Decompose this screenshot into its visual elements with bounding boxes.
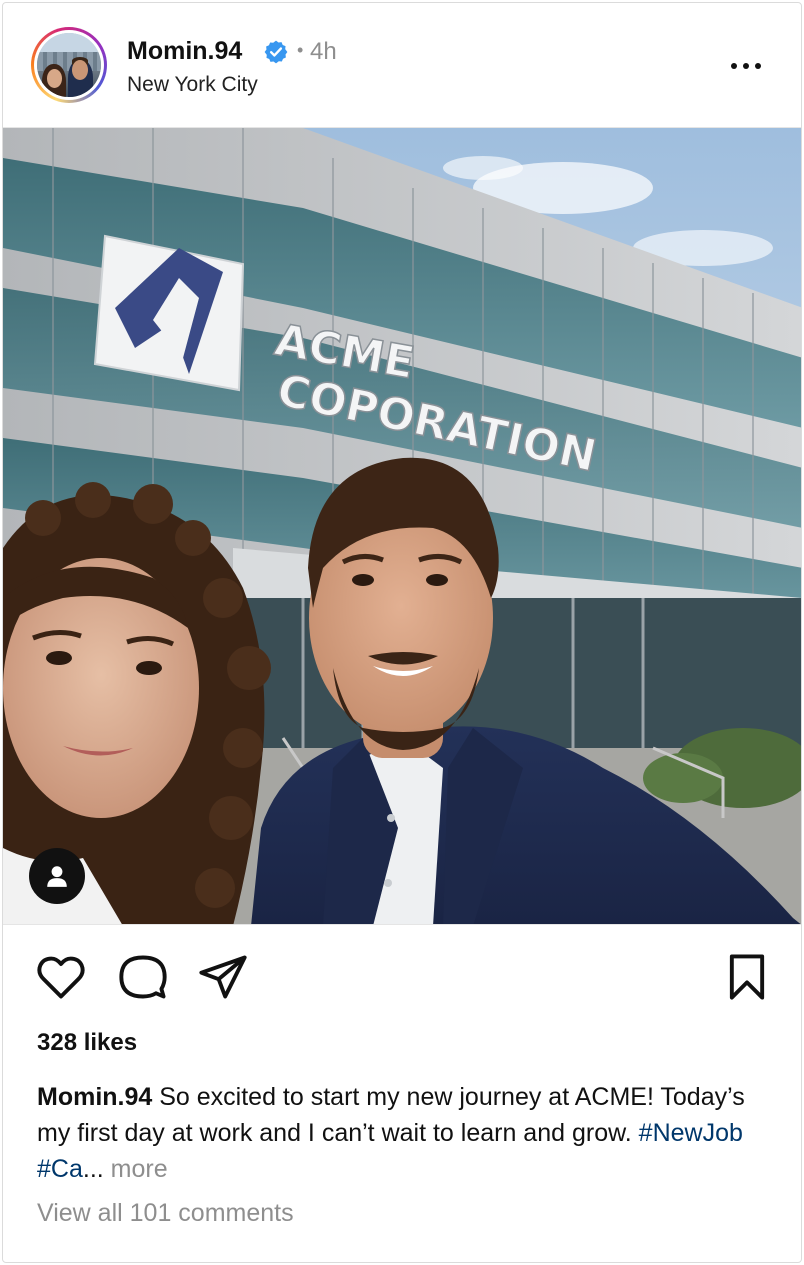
post-header: Momin.94 • 4h New York City [3,3,801,127]
comment-icon[interactable] [117,951,169,1003]
post-time: • 4h [297,38,337,66]
avatar[interactable] [31,27,107,103]
post-actions [3,925,801,1025]
post-card: Momin.94 • 4h New York City ACME COPORAT… [2,2,802,1263]
more-options-button[interactable] [725,51,767,81]
time-value: 4h [309,38,337,65]
verified-badge-icon [264,40,288,64]
hashtag-ca[interactable]: #Ca [37,1155,83,1183]
view-comments-link[interactable]: View all 101 comments [37,1199,294,1228]
post-photo[interactable]: ACME COPORATION [3,127,801,925]
heart-icon[interactable] [35,951,87,1003]
send-icon[interactable] [197,951,249,1003]
post-location[interactable]: New York City [127,73,258,97]
caption-username[interactable]: Momin.94 [37,1083,152,1111]
hashtag-newjob[interactable]: #NewJob [639,1119,743,1147]
selfie-image: ACME COPORATION [3,128,801,924]
post-caption: Momin.94 So excited to start my new jour… [37,1079,777,1187]
bookmark-icon[interactable] [721,951,773,1003]
likes-count[interactable]: 328 likes [37,1029,137,1057]
more-horizontal-icon [731,63,737,69]
caption-more-link[interactable]: more [104,1155,168,1183]
caption-ellipsis: ... [82,1155,104,1183]
user-tag-icon[interactable] [29,848,85,904]
time-separator: • [297,40,304,60]
post-username[interactable]: Momin.94 [127,37,242,66]
